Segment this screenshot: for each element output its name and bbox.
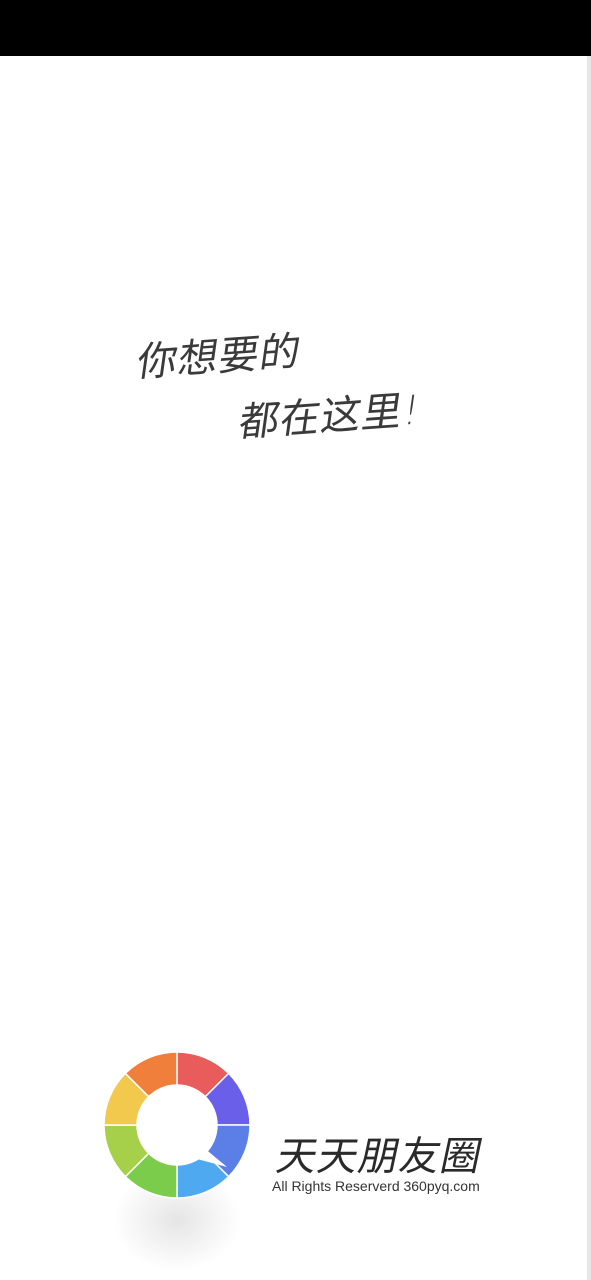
brand-name: 天天朋友圈	[272, 1134, 488, 1180]
copyright-text: All Rights Reserverd 360pyq.com	[272, 1178, 480, 1194]
scroll-edge	[587, 56, 591, 1280]
slogan-line-2: 都在这里!	[236, 387, 424, 447]
app-logo	[100, 1048, 260, 1272]
color-ring-chat-bubble-icon	[103, 1051, 251, 1199]
splash-screen: 你想要的 都在这里! 天天朋友圈 All Rights Reserverd 36…	[0, 0, 591, 1280]
status-bar	[0, 0, 591, 56]
slogan-line-1: 你想要的	[134, 328, 305, 387]
